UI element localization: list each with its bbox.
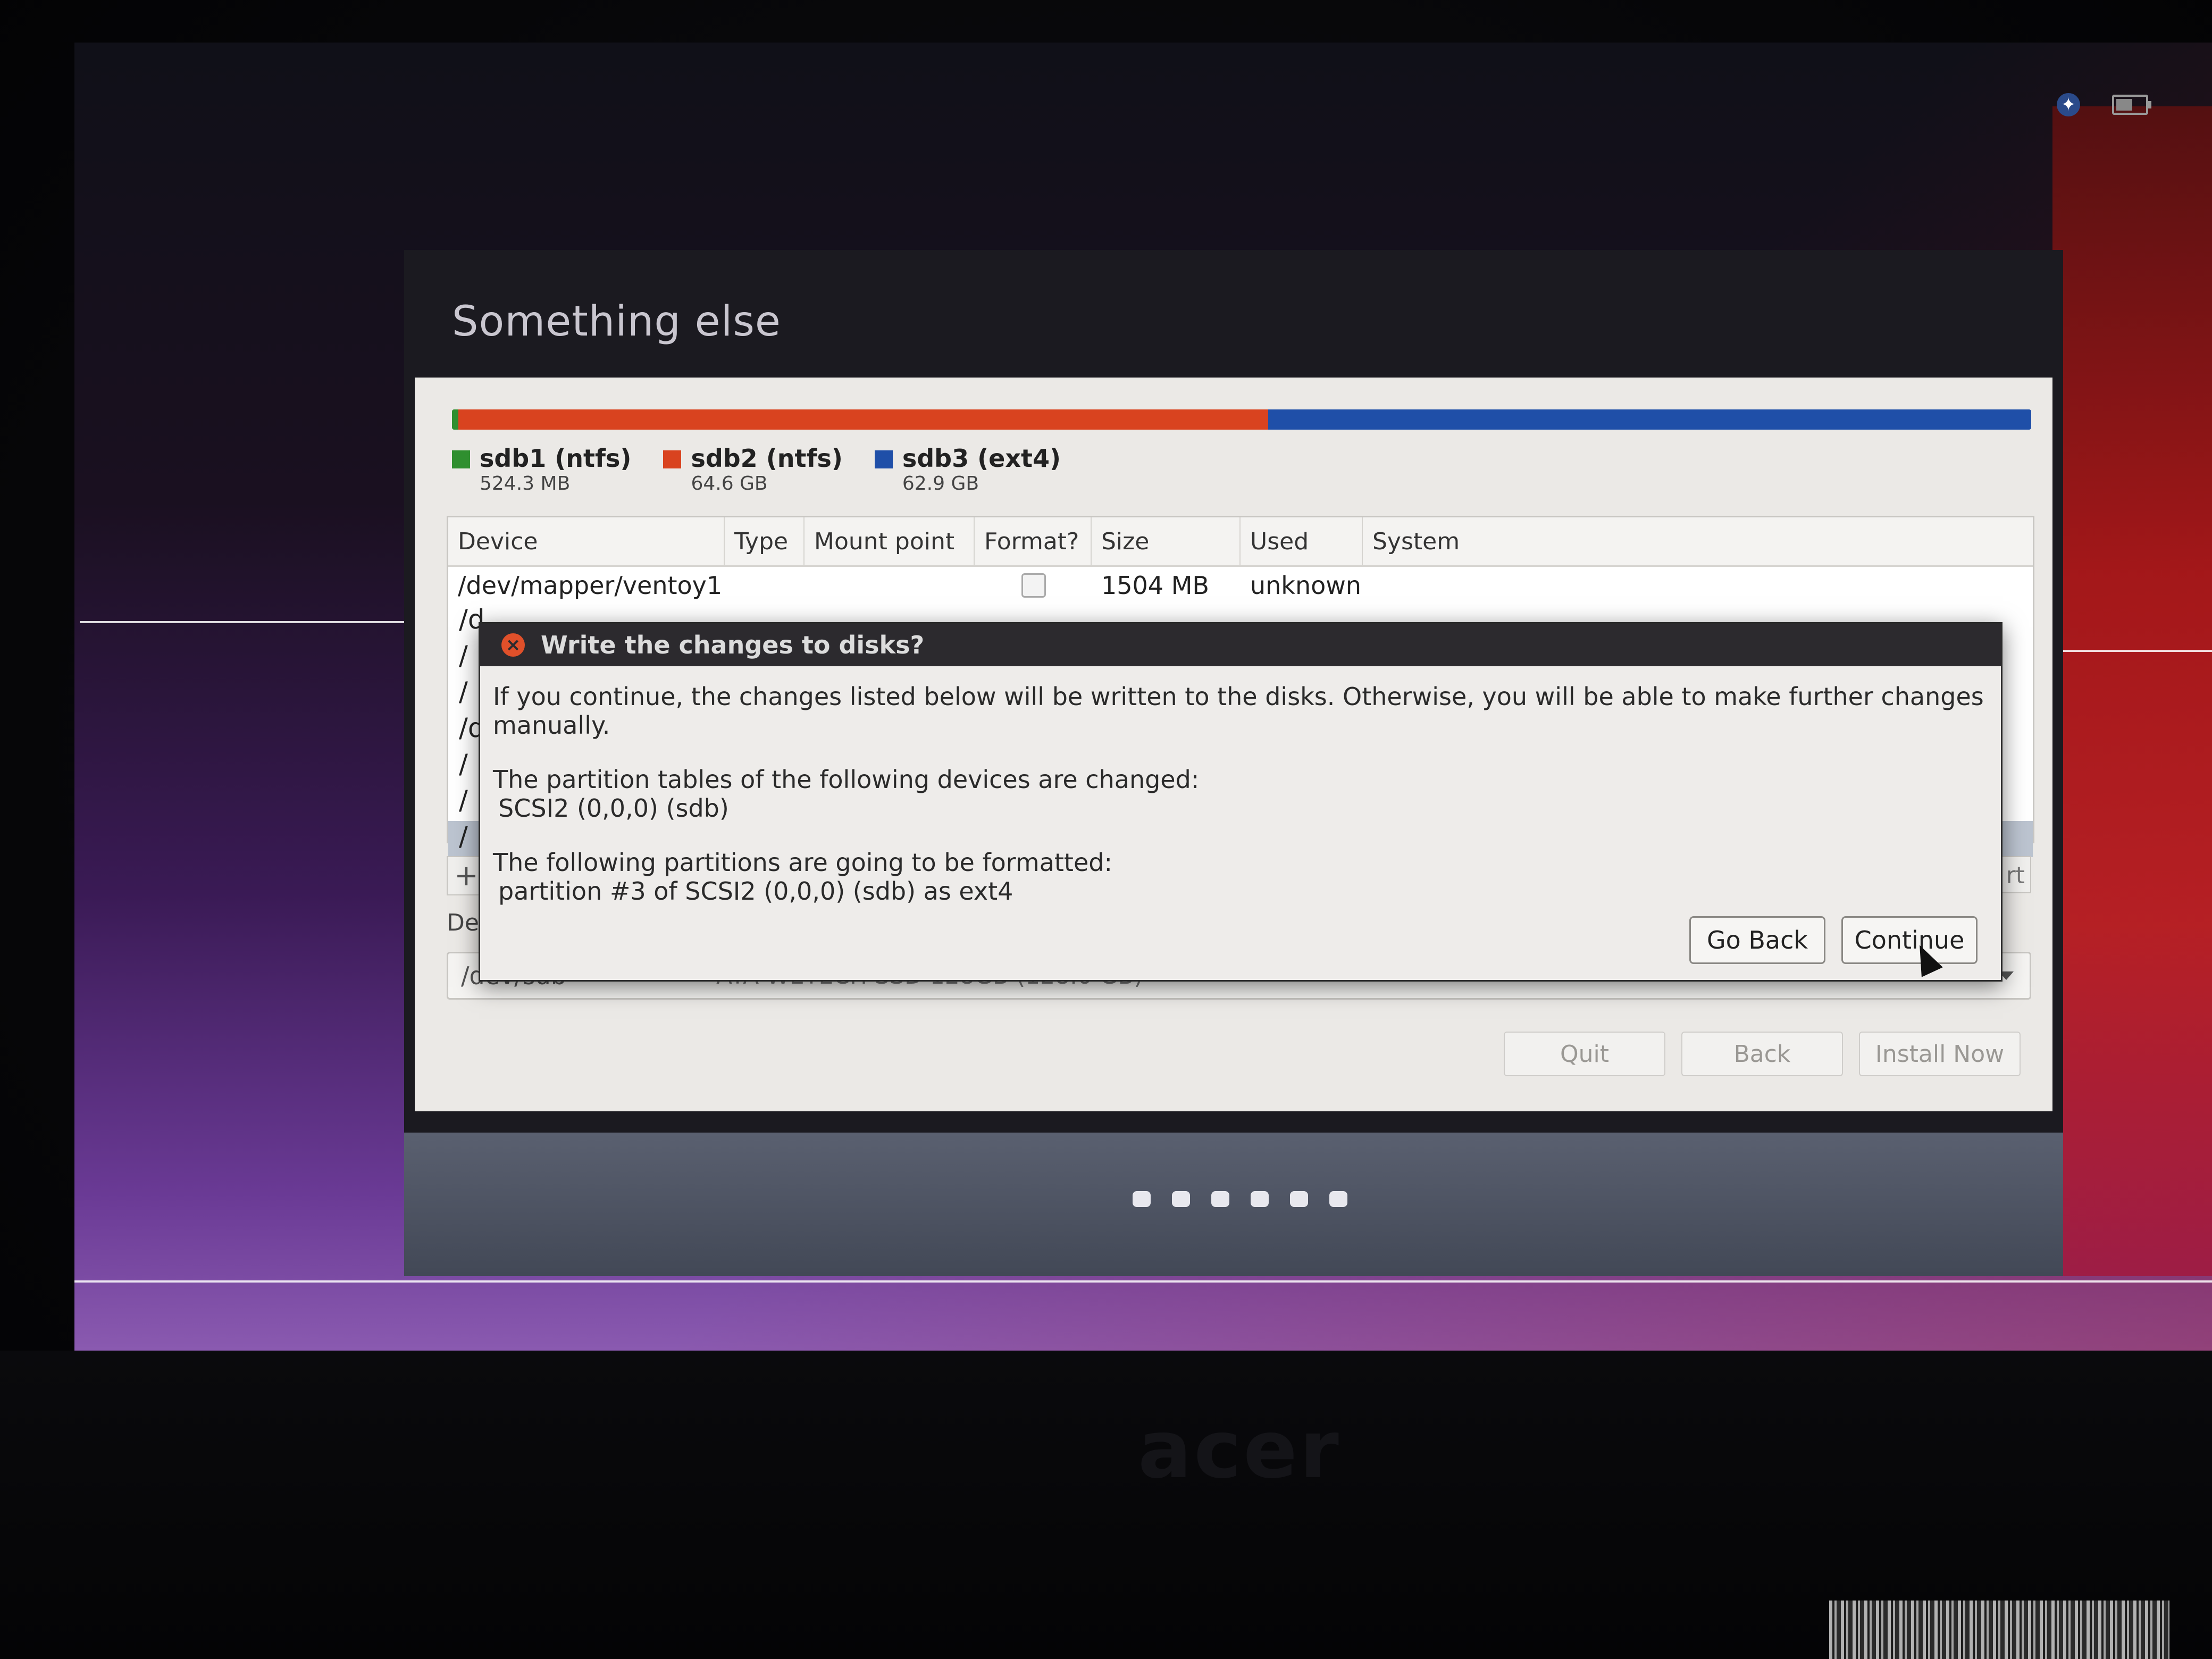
- dialog-title: Write the changes to disks?: [541, 631, 925, 659]
- page-title: Something else: [452, 298, 781, 346]
- legend-size: 62.9 GB: [902, 473, 979, 495]
- progress-dot: [1172, 1191, 1190, 1207]
- column-mount-point[interactable]: Mount point: [805, 517, 975, 565]
- progress-dot: [1251, 1191, 1269, 1207]
- progress-dot: [1211, 1191, 1229, 1207]
- back-button[interactable]: Back: [1681, 1032, 1843, 1076]
- battery-icon[interactable]: [2112, 95, 2151, 115]
- legend-item: sdb3 (ext4) 62.9 GB: [874, 444, 1061, 495]
- scanline-artifact: [74, 1280, 2212, 1283]
- legend-item: sdb1 (ntfs) 524.3 MB: [452, 444, 631, 495]
- monitor: ✦ Something else sdb1 (ntfs) 524.3 MB sdb2…: [0, 0, 2212, 1659]
- legend-item: sdb2 (ntfs) 64.6 GB: [663, 444, 843, 495]
- desktop-wallpaper-accent: [2052, 106, 2212, 1276]
- bootloader-label: De: [447, 909, 479, 936]
- used-cell: unknown: [1250, 571, 1362, 600]
- continue-button[interactable]: Continue: [1841, 916, 1978, 964]
- column-system[interactable]: System: [1363, 517, 2033, 565]
- sticker-barcode: [1829, 1601, 2169, 1659]
- quit-button[interactable]: Quit: [1504, 1032, 1665, 1076]
- dialog-titlebar: × Write the changes to disks?: [480, 624, 2001, 666]
- legend-swatch: [452, 450, 470, 468]
- table-header: Device Type Mount point Format? Size Use…: [448, 517, 2033, 567]
- partition-tables-heading: The partition tables of the following de…: [493, 765, 1200, 794]
- legend-name: sdb1 (ntfs): [480, 444, 632, 473]
- device-cell: /dev/mapper/ventoy1: [458, 571, 723, 600]
- progress-dots: [1133, 1191, 1347, 1207]
- navigation-buttons: Quit Back Install Now: [1504, 1032, 2021, 1076]
- close-icon[interactable]: ×: [501, 633, 525, 657]
- legend-size: 524.3 MB: [480, 473, 571, 495]
- format-heading: The following partitions are going to be…: [493, 848, 1112, 877]
- progress-dot: [1290, 1191, 1308, 1207]
- legend-name: sdb3 (ext4): [902, 444, 1061, 473]
- legend-size: 64.6 GB: [691, 473, 768, 495]
- table-row[interactable]: /dev/mapper/ventoy1 1504 MB unknown: [448, 567, 2033, 604]
- column-device[interactable]: Device: [448, 517, 725, 565]
- partition-segment: [458, 409, 1269, 430]
- write-changes-dialog: × Write the changes to disks? If you con…: [479, 622, 2002, 982]
- column-type[interactable]: Type: [725, 517, 805, 565]
- dialog-body: If you continue, the changes listed belo…: [480, 666, 2001, 906]
- install-now-button[interactable]: Install Now: [1859, 1032, 2021, 1076]
- brand-logo: acer: [1138, 1404, 1341, 1496]
- legend-swatch: [663, 450, 682, 468]
- format-cell: [975, 573, 1092, 598]
- column-format[interactable]: Format?: [975, 517, 1092, 565]
- dialog-intro: If you continue, the changes listed belo…: [493, 682, 1984, 740]
- go-back-button[interactable]: Go Back: [1689, 916, 1825, 964]
- scanline-artifact: [2063, 650, 2212, 652]
- partition-legend: sdb1 (ntfs) 524.3 MB sdb2 (ntfs) 64.6 GB sdb…: [452, 444, 1061, 495]
- installer-footer: [404, 1133, 2063, 1276]
- partition-segment: [452, 409, 458, 430]
- progress-dot: [1329, 1191, 1347, 1207]
- format-checkbox[interactable]: [1021, 573, 1046, 598]
- partition-bar: [452, 409, 2031, 430]
- size-cell: 1504 MB: [1101, 571, 1209, 600]
- partition-tables-device: SCSI2 (0,0,0) (sdb): [498, 794, 729, 823]
- progress-dot: [1133, 1191, 1151, 1207]
- accessibility-icon[interactable]: ✦: [2057, 93, 2080, 116]
- partition-segment: [1268, 409, 2031, 430]
- legend-swatch: [874, 450, 893, 468]
- format-item: partition #3 of SCSI2 (0,0,0) (sdb) as e…: [498, 877, 1013, 906]
- column-size[interactable]: Size: [1092, 517, 1241, 565]
- monitor-bezel: [0, 1351, 2212, 1659]
- legend-name: sdb2 (ntfs): [691, 444, 843, 473]
- column-used[interactable]: Used: [1241, 517, 1363, 565]
- top-panel-indicators: ✦: [2057, 93, 2151, 116]
